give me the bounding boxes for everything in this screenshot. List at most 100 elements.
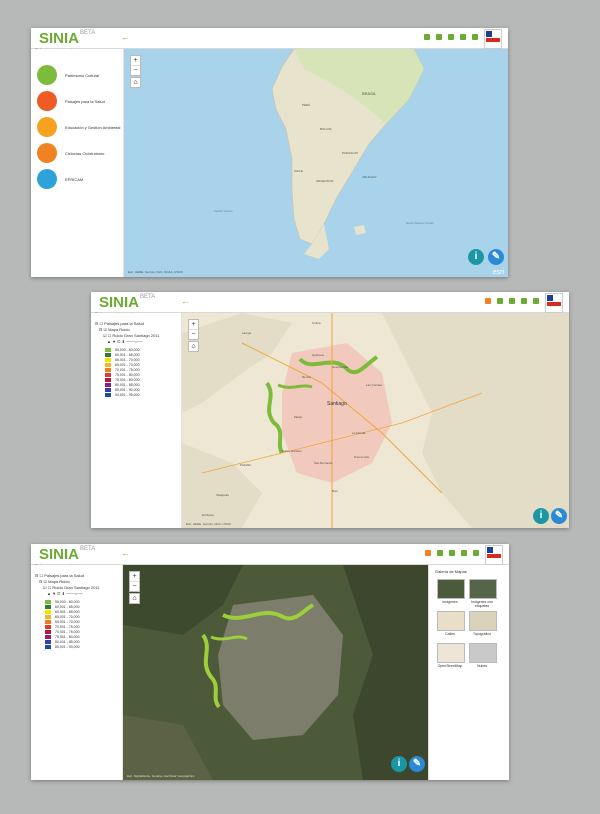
legend-range-label: 60,001 - 65,000 [55, 604, 80, 609]
esri-logo: esri [492, 269, 504, 276]
map-label: ARGENTINA [316, 179, 334, 183]
zoom-in-button[interactable]: + [131, 56, 140, 66]
map-label: URUGUAY [362, 175, 377, 179]
logo-beta: BETA [80, 30, 96, 36]
zoom-control: + − [129, 571, 140, 592]
gallery-caption: Imágenes [442, 600, 458, 604]
legend-item: 60,001 - 65,000 [45, 604, 80, 609]
tools-button[interactable]: ✎ [488, 249, 504, 265]
book-icon[interactable] [436, 34, 442, 40]
back-arrow-icon[interactable]: ← [121, 548, 130, 558]
home-button[interactable]: ⌂ [129, 593, 140, 604]
gallery-caption: Calles [445, 632, 455, 636]
legend-item: 60,001 - 65,000 [45, 609, 80, 614]
legend-swatch [45, 639, 51, 644]
sinia-logo[interactable]: SINIABETA [39, 30, 95, 47]
legend-swatch [45, 619, 51, 624]
camera-icon[interactable] [425, 550, 431, 556]
legend-item: 70,001 - 75,000 [105, 367, 140, 372]
legend-item: 80,001 - 85,000 [105, 382, 140, 387]
print-icon[interactable] [509, 298, 515, 304]
gallery-item-nubes[interactable]: Nubes [469, 643, 497, 668]
educacion-icon [37, 117, 57, 137]
logo-text: SINIA [99, 294, 140, 311]
map-label: Puente Alto [354, 455, 370, 459]
layer-tree: ⊟ ☐ Paisajes para la Salud ⊟ ☑ Mapa Ruid… [95, 321, 159, 345]
home-button[interactable]: ⌂ [188, 341, 199, 352]
zoom-in-button[interactable]: + [189, 320, 198, 330]
legend-item: 75,001 - 80,000 [45, 634, 80, 639]
help-icon[interactable] [461, 550, 467, 556]
fullscreen-icon[interactable] [473, 550, 479, 556]
category-paisajes[interactable]: Paisajes para la Salud [37, 91, 105, 111]
zoom-out-button[interactable]: − [131, 66, 140, 75]
back-arrow-icon[interactable]: ← [181, 296, 190, 306]
zoom-out-button[interactable]: − [130, 582, 139, 591]
gallery-item-topografico[interactable]: Topográfico [469, 611, 497, 636]
tools-button[interactable]: ✎ [409, 756, 425, 772]
map-label: Quilicura [312, 353, 324, 357]
camera-icon[interactable] [485, 298, 491, 304]
tools-button[interactable]: ✎ [551, 508, 567, 524]
map-label: Buin [332, 489, 339, 493]
help-icon[interactable] [521, 298, 527, 304]
legend-item: 65,001 - 70,000 [105, 357, 140, 362]
map-label: Las Condes [366, 383, 383, 387]
legend-swatch [105, 382, 111, 387]
map-label: Pacific Ocean [214, 209, 233, 213]
sinia-logo[interactable]: SINIABETA [39, 546, 95, 563]
legend-swatch [105, 367, 111, 372]
camera-icon[interactable] [424, 34, 430, 40]
legend-range-label: 85,001 - 90,000 [115, 387, 140, 392]
back-arrow-icon[interactable]: ← [121, 32, 130, 42]
help-icon[interactable] [460, 34, 466, 40]
fullscreen-icon[interactable] [533, 298, 539, 304]
thumbnail [469, 611, 497, 631]
patrimonio-icon [37, 65, 57, 85]
info-button[interactable]: i [391, 756, 407, 772]
legend-item: 55,000 - 60,000 [45, 599, 80, 604]
legend-swatch [45, 609, 51, 614]
book-icon[interactable] [437, 550, 443, 556]
map-label: Renca [302, 375, 311, 379]
info-button[interactable]: i [468, 249, 484, 265]
legend-range-label: 75,001 - 80,000 [55, 634, 80, 639]
legend-range-label: 70,001 - 75,000 [115, 367, 140, 372]
book-icon[interactable] [497, 298, 503, 304]
category-label: Ciclovías Cicloturismo [65, 150, 105, 156]
map-label: Santiago [327, 401, 347, 407]
noise-legend: 55,000 - 60,000 60,001 - 65,000 65,001 - 7… [105, 347, 140, 397]
home-button[interactable]: ⌂ [130, 77, 141, 88]
layer-tools[interactable]: ▲ ▼ ⊡ ⬇ ───○── [95, 339, 159, 345]
legend-item: 70,001 - 75,000 [45, 624, 80, 629]
gallery-item-openstreetmap[interactable]: OpenStreetMap [437, 643, 465, 668]
layer-tools[interactable]: ▲ ▼ ⊡ ⬇ ───○── [35, 591, 99, 597]
gallery-item-calles[interactable]: Calles [437, 611, 465, 636]
santiago-street-map[interactable]: Santiago Lampa Colina Renca Quilicura Hu… [182, 313, 569, 528]
legend-swatch [45, 624, 51, 629]
map-label: Colina [312, 321, 321, 325]
print-icon[interactable] [448, 34, 454, 40]
category-patrimonio[interactable]: Patrimonio Cultural [37, 65, 99, 85]
santiago-satellite-map[interactable]: + − ⌂ i ✎ Esri, DigitalGlobe, GeoEye, Ear… [123, 565, 429, 780]
legend-item: 85,001 - 90,000 [45, 644, 80, 649]
zoom-out-button[interactable]: − [189, 330, 198, 339]
toolbar-icons [425, 550, 479, 558]
category-ciclovias[interactable]: Ciclovías Cicloturismo [37, 143, 104, 163]
thumbnail [437, 643, 465, 663]
print-icon[interactable] [449, 550, 455, 556]
map-label: BRASIL [362, 91, 377, 96]
noise-legend: 55,000 - 60,000 60,001 - 65,000 60,001 - 6… [45, 599, 80, 649]
sinia-logo[interactable]: SINIABETA [99, 294, 155, 311]
category-educacion[interactable]: Educación y Gestión Ambiental [37, 117, 120, 137]
fullscreen-icon[interactable] [472, 34, 478, 40]
gallery-item-imagenes[interactable]: Imágenes [437, 579, 465, 604]
thumbnail [437, 611, 465, 631]
info-button[interactable]: i [533, 508, 549, 524]
gallery-item-imagenes-etiquetas[interactable]: Imágenes con etiquetas [469, 579, 497, 608]
legend-swatch [105, 392, 111, 397]
south-america-map[interactable]: BRASIL PERÚ BOLIVIA PARAGUAY URUGUAY ARG… [124, 49, 508, 277]
category-epricam[interactable]: EPRICAM [37, 169, 83, 189]
zoom-in-button[interactable]: + [130, 572, 139, 582]
sublayer-label: Ruido Gran Santiago 2011 [52, 585, 100, 590]
